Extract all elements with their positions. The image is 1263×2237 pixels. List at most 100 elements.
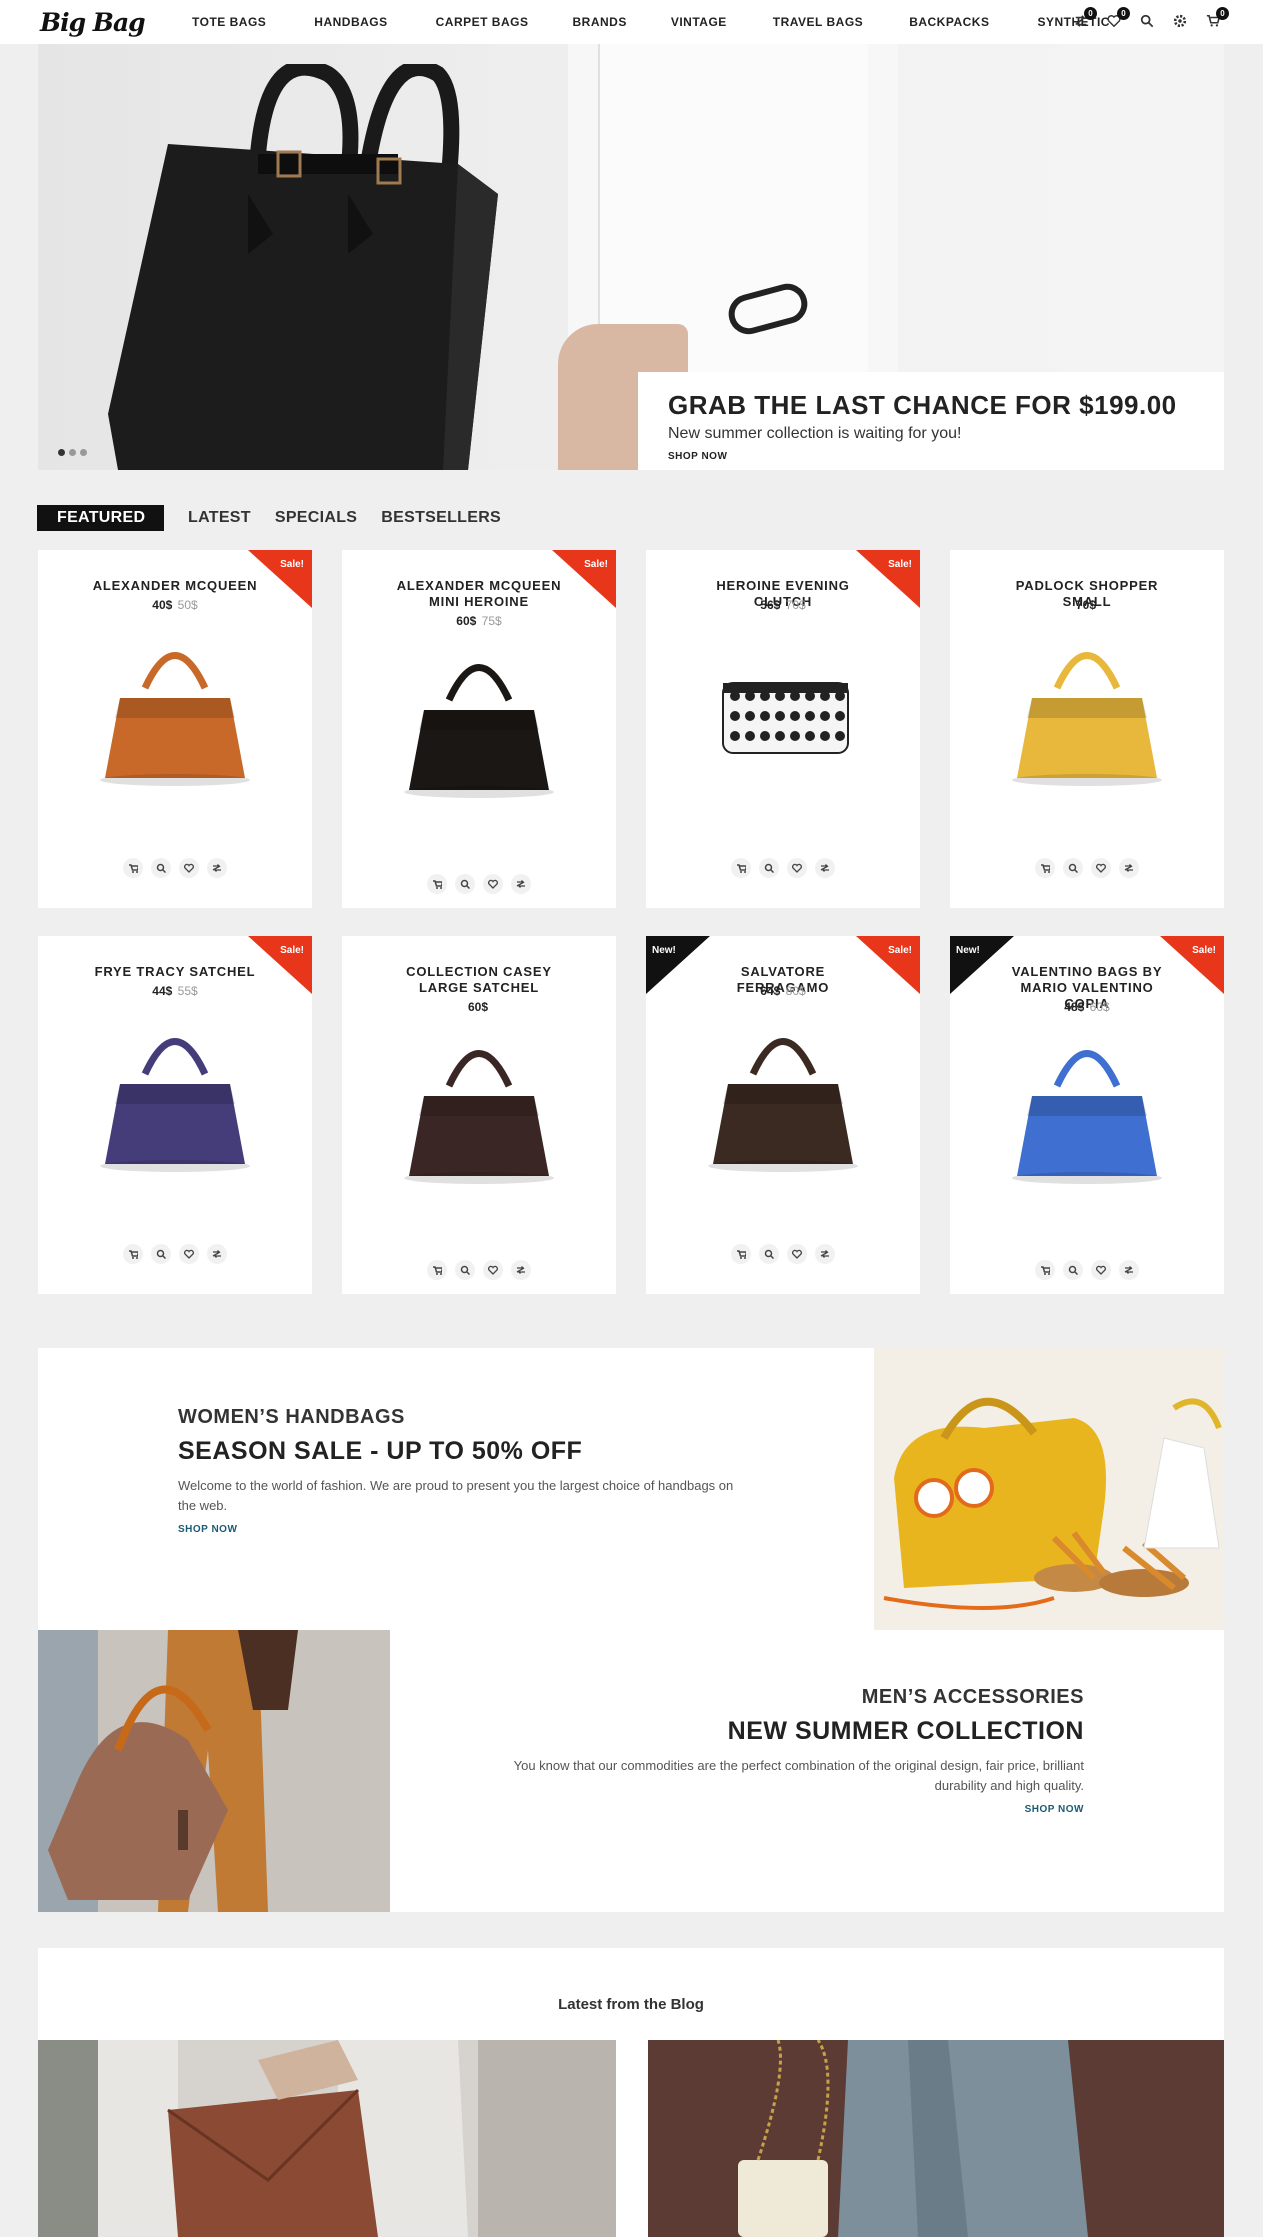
compare-icon[interactable] xyxy=(207,1244,227,1264)
wishlist-icon[interactable] xyxy=(179,1244,199,1264)
tab-latest[interactable]: LATEST xyxy=(188,505,251,531)
zoom-icon[interactable] xyxy=(151,858,171,878)
nav-item-vintage[interactable]: VINTAGE xyxy=(671,15,727,29)
blog-post-image-1[interactable] xyxy=(38,2040,616,2237)
tab-specials[interactable]: SPECIALS xyxy=(275,505,357,531)
nav-item-carpet-bags[interactable]: CARPET BAGS xyxy=(436,15,529,29)
product-card[interactable]: Sale! FRYE TRACY SATCHEL 44$ 55$ xyxy=(38,936,312,1294)
hero-handbag-image xyxy=(108,64,498,470)
wishlist-icon[interactable]: 0 xyxy=(1106,7,1130,30)
nav-item-brands[interactable]: BRANDS xyxy=(572,15,626,29)
blog-post-image-2[interactable] xyxy=(648,2040,1224,2237)
zoom-icon[interactable] xyxy=(455,1260,475,1280)
product-price: 64$ 80$ xyxy=(646,984,920,998)
settings-icon[interactable] xyxy=(1172,14,1188,30)
slider-dot-1[interactable] xyxy=(58,449,65,456)
tab-bestsellers[interactable]: BESTSELLERS xyxy=(381,505,501,531)
product-price-current: 48$ xyxy=(1064,1000,1085,1014)
product-price: 70$ xyxy=(950,598,1224,612)
zoom-icon[interactable] xyxy=(151,1244,171,1264)
blog-section-title: Latest from the Blog xyxy=(558,1996,704,2013)
product-price-old: 80$ xyxy=(785,984,806,998)
compare-icon[interactable]: 0 xyxy=(1073,7,1097,30)
product-price-current: 64$ xyxy=(760,984,781,998)
wishlist-icon[interactable] xyxy=(483,1260,503,1280)
compare-icon[interactable] xyxy=(1119,1260,1139,1280)
product-price-current: 60$ xyxy=(456,614,477,628)
product-card[interactable]: Sale! New! SALVATORE FERRAGAMO 64$ 80$ xyxy=(646,936,920,1294)
product-image[interactable] xyxy=(75,628,275,798)
compare-icon[interactable] xyxy=(207,858,227,878)
zoom-icon[interactable] xyxy=(759,858,779,878)
product-name[interactable]: FRYE TRACY SATCHEL xyxy=(88,964,262,980)
cart-count-badge: 0 xyxy=(1216,7,1229,20)
product-card[interactable]: Sale! ALEXANDER MCQUEEN 40$ 50$ xyxy=(38,550,312,908)
product-image[interactable] xyxy=(379,1026,579,1196)
wishlist-icon[interactable] xyxy=(787,858,807,878)
product-image[interactable] xyxy=(379,640,579,810)
product-name[interactable]: COLLECTION CASEY LARGE SATCHEL xyxy=(392,964,566,996)
hero-title: GRAB THE LAST CHANCE FOR $199.00 xyxy=(668,390,1177,420)
product-image[interactable] xyxy=(683,1014,883,1184)
wishlist-icon[interactable] xyxy=(787,1244,807,1264)
product-price-current: 70$ xyxy=(1075,598,1097,612)
zoom-icon[interactable] xyxy=(1063,858,1083,878)
nav-item-backpacks[interactable]: BACKPACKS xyxy=(909,15,989,29)
product-image[interactable] xyxy=(987,628,1187,798)
compare-icon[interactable] xyxy=(815,858,835,878)
promo-men-shop-now-link[interactable]: SHOP NOW xyxy=(1025,1804,1084,1815)
product-card[interactable]: Sale! ALEXANDER MCQUEEN MINI HEROINE 60$ … xyxy=(342,550,616,908)
product-actions xyxy=(342,1260,616,1280)
logo[interactable]: Big Bag xyxy=(40,8,146,37)
zoom-icon[interactable] xyxy=(455,874,475,894)
cart-icon[interactable] xyxy=(123,858,143,878)
promo-women-shop-now-link[interactable]: SHOP NOW xyxy=(178,1524,237,1535)
compare-icon[interactable] xyxy=(511,1260,531,1280)
nav-item-tote-bags[interactable]: TOTE BAGS xyxy=(192,15,266,29)
nav-item-handbags[interactable]: HANDBAGS xyxy=(314,15,387,29)
nav-item-travel-bags[interactable]: TRAVEL BAGS xyxy=(773,15,863,29)
wishlist-icon[interactable] xyxy=(1091,858,1111,878)
compare-icon[interactable] xyxy=(815,1244,835,1264)
cart-icon[interactable] xyxy=(427,1260,447,1280)
product-image[interactable] xyxy=(987,1026,1187,1196)
product-image[interactable] xyxy=(75,1014,275,1184)
product-image[interactable] xyxy=(683,628,883,798)
hero-shop-now-link[interactable]: SHOP NOW xyxy=(668,451,727,462)
product-price-old: 50$ xyxy=(177,598,198,612)
product-actions xyxy=(38,1244,312,1264)
product-card[interactable]: Sale! HEROINE EVENING CLUTCH 56$ 70$ xyxy=(646,550,920,908)
product-card[interactable]: PADLOCK SHOPPER SMALL 70$ xyxy=(950,550,1224,908)
search-icon[interactable] xyxy=(1139,14,1155,30)
sale-badge: Sale! xyxy=(584,559,608,570)
cart-icon[interactable] xyxy=(731,858,751,878)
cart-icon[interactable] xyxy=(123,1244,143,1264)
promo-women-title: SEASON SALE - UP TO 50% OFF xyxy=(178,1437,583,1465)
product-name[interactable]: ALEXANDER MCQUEEN xyxy=(88,578,262,594)
zoom-icon[interactable] xyxy=(759,1244,779,1264)
promo-men-kicker: MEN’S ACCESSORIES xyxy=(861,1686,1084,1708)
product-price-old: 60$ xyxy=(1089,1000,1110,1014)
compare-icon[interactable] xyxy=(511,874,531,894)
promo-women-kicker: WOMEN’S HANDBAGS xyxy=(178,1406,405,1428)
slider-dot-2[interactable] xyxy=(69,449,76,456)
product-card[interactable]: COLLECTION CASEY LARGE SATCHEL 60$ xyxy=(342,936,616,1294)
slider-dots xyxy=(58,449,87,456)
cart-icon[interactable]: 0 xyxy=(1205,7,1229,30)
zoom-icon[interactable] xyxy=(1063,1260,1083,1280)
product-name[interactable]: ALEXANDER MCQUEEN MINI HEROINE xyxy=(392,578,566,610)
wishlist-icon[interactable] xyxy=(1091,1260,1111,1280)
product-price: 60$ xyxy=(342,1000,616,1014)
product-card[interactable]: Sale! New! VALENTINO BAGS BY MARIO VALENT… xyxy=(950,936,1224,1294)
cart-icon[interactable] xyxy=(731,1244,751,1264)
slider-dot-3[interactable] xyxy=(80,449,87,456)
compare-icon[interactable] xyxy=(1119,858,1139,878)
tab-featured[interactable]: FEATURED xyxy=(37,505,164,531)
cart-icon[interactable] xyxy=(1035,858,1055,878)
cart-icon[interactable] xyxy=(1035,1260,1055,1280)
wishlist-count-badge: 0 xyxy=(1117,7,1130,20)
wishlist-icon[interactable] xyxy=(179,858,199,878)
cart-icon[interactable] xyxy=(427,874,447,894)
promo-men-description: You know that our commodities are the pe… xyxy=(513,1758,1084,1793)
wishlist-icon[interactable] xyxy=(483,874,503,894)
